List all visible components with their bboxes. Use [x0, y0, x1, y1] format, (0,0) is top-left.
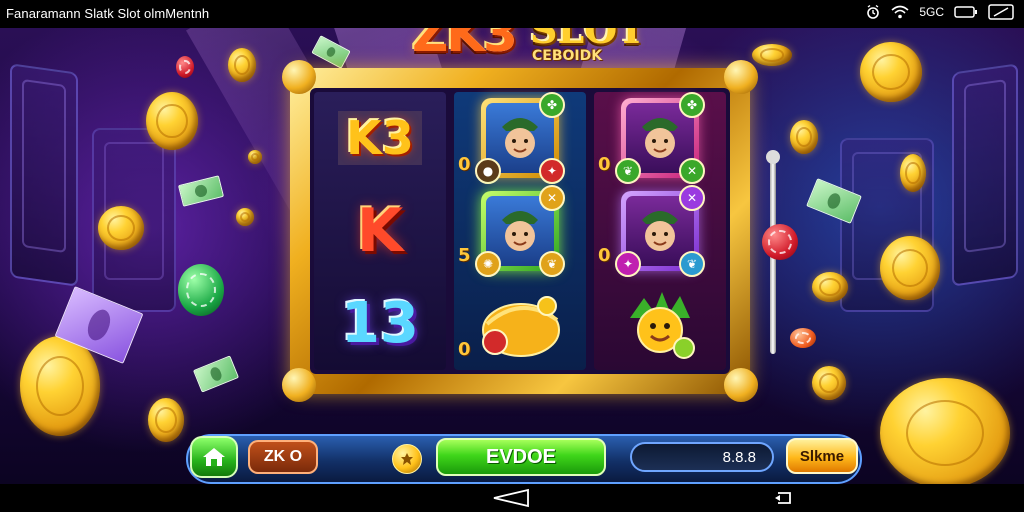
leaf-badge-icon: ❦ [679, 251, 705, 277]
slot-cabinet-right [952, 63, 1018, 287]
symbol-13: 13 [341, 290, 419, 356]
reel-2-cell-top: 0 ✤ ● ✦ [454, 92, 586, 185]
balance-display: 8.8.8 [630, 442, 774, 472]
casino-chip [178, 264, 224, 316]
reel-2-cell-bottom: 0 [454, 277, 586, 370]
sword-badge-icon: ✕ [539, 185, 565, 211]
reel-side-number: 0 [458, 339, 471, 361]
spin-button[interactable]: EVDOE [436, 438, 606, 476]
slot-machine-frame: K3 K 13 0 ✤ ● ✦ 5 ✕ ✺ ❦ 0 0 ✤ ❦ ✕ 0 ✕ ✦ … [282, 60, 758, 402]
character-symbol-highlight: ✕ ✺ ❦ [475, 185, 565, 277]
logo-subtitle: CEBOIDK [532, 48, 603, 64]
status-icons: 5GC [865, 4, 1014, 20]
floating-coin [812, 366, 846, 400]
floating-coin [248, 150, 262, 164]
floating-coin [236, 208, 254, 226]
reel-side-number: 0 [598, 154, 611, 175]
sword-badge-icon: ✕ [679, 185, 705, 211]
alarm-icon [865, 4, 881, 20]
reel-2-cell-middle: 5 ✕ ✺ ❦ [454, 185, 586, 278]
floating-coin [790, 120, 818, 154]
floating-coin [148, 398, 184, 442]
floating-coin [880, 236, 940, 300]
casino-chip [762, 224, 798, 260]
reel-3: 0 ✤ ❦ ✕ 0 ✕ ✦ ❦ [594, 92, 726, 370]
floating-coin [20, 336, 100, 436]
reel-1-cell-bottom: 13 [314, 277, 446, 370]
coin-badge-icon: ● [475, 158, 501, 185]
floating-coin [752, 44, 792, 66]
floating-coin [812, 272, 848, 302]
casino-chip [790, 328, 816, 348]
reel-area: K3 K 13 0 ✤ ● ✦ 5 ✕ ✺ ❦ 0 0 ✤ ❦ ✕ 0 ✕ ✦ … [310, 88, 730, 374]
status-bar: Fanaramann Slatk Slot olmMentnh 5GC [0, 0, 1024, 28]
leaf-badge-icon: ❦ [539, 251, 565, 277]
sword-badge-icon: ✕ [679, 158, 705, 185]
status-title: Fanaramann Slatk Slot olmMentnh [6, 6, 210, 21]
slot-cabinet-left [10, 63, 78, 287]
reel-2: 0 ✤ ● ✦ 5 ✕ ✺ ❦ 0 [454, 92, 586, 370]
floating-coin [98, 206, 144, 250]
reel-side-number: 0 [598, 244, 611, 266]
home-icon [203, 448, 225, 466]
floating-coin [900, 154, 926, 192]
star-badge-icon: ✦ [615, 251, 641, 277]
character-symbol: ✕ ✦ ❦ [615, 185, 705, 277]
lucky-mascot-icon [630, 291, 695, 359]
reel-1-cell-middle: K [314, 185, 446, 278]
floating-coin [880, 378, 1010, 484]
character-symbol: ✤ ❦ ✕ [615, 92, 705, 185]
frame-ornament [724, 60, 758, 94]
game-screen: Fanaramann Slatk Slot olmMentnh 5GC ZK3 … [0, 0, 1024, 512]
network-label: 5GC [919, 5, 944, 19]
share-button[interactable]: Slkme [786, 438, 858, 474]
character-symbol: ✤ ● ✦ [475, 92, 565, 185]
symbol-k3: K3 [338, 111, 422, 166]
navigation-bar [0, 484, 1024, 512]
reel-3-cell-top: 0 ✤ ❦ ✕ [594, 92, 726, 185]
leaf-badge-icon: ❦ [615, 158, 641, 185]
back-icon[interactable] [492, 488, 532, 512]
wifi-icon [891, 5, 909, 19]
gold-bag-icon [482, 295, 560, 357]
reel-side-number: 0 [458, 154, 471, 175]
slot-lever-knob[interactable] [766, 150, 780, 164]
frame-ornament [282, 368, 316, 402]
reel-3-cell-bottom [594, 277, 726, 370]
floating-coin [228, 48, 256, 82]
reel-1: K3 K 13 [314, 92, 446, 370]
cash-bill [177, 175, 225, 207]
reel-1-cell-top: K3 [314, 92, 446, 185]
star-badge-icon: ✦ [539, 158, 565, 185]
symbol-k: K [356, 196, 404, 266]
clover-badge-icon: ✤ [539, 92, 565, 119]
floating-coin [146, 92, 198, 150]
battery-icon [954, 5, 978, 19]
reel-3-cell-middle: 0 ✕ ✦ ❦ [594, 185, 726, 278]
frame-ornament [724, 368, 758, 402]
recent-apps-icon[interactable] [774, 489, 794, 511]
casino-chip [176, 56, 194, 78]
zk-button[interactable]: ZK O [248, 440, 318, 474]
reel-side-number: 5 [458, 244, 471, 266]
coin-icon [392, 444, 422, 474]
sun-badge-icon: ✺ [475, 251, 501, 277]
cash-bill [192, 355, 240, 393]
home-button[interactable] [190, 436, 238, 478]
screen-rotate-icon[interactable] [988, 4, 1014, 20]
floating-coin [860, 42, 922, 102]
clover-badge-icon: ✤ [679, 92, 705, 119]
